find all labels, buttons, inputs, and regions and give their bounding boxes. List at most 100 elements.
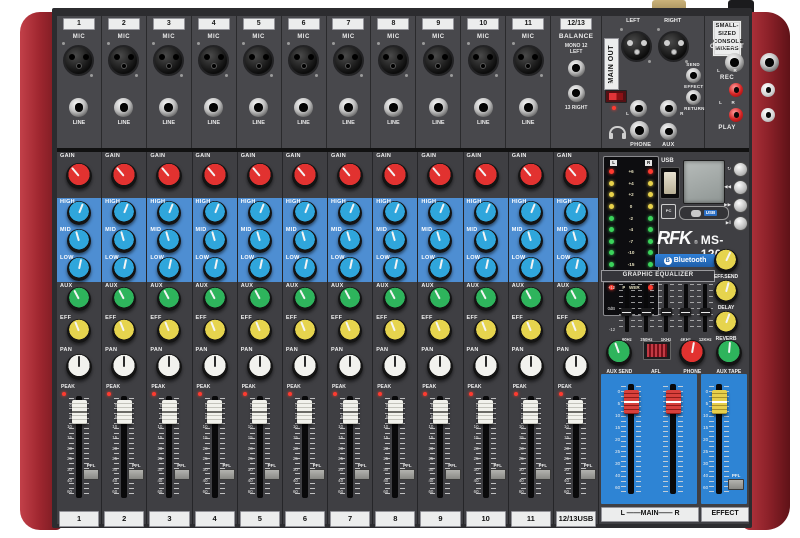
line-jack-input[interactable] [519,98,538,117]
effect-return-jack[interactable] [686,90,701,105]
phone-knob[interactable] [679,340,705,366]
pfl-button[interactable] [445,469,461,480]
main-out-right-xlr[interactable] [658,31,689,62]
gain-knob[interactable] [66,163,92,189]
aux-knob[interactable] [428,287,452,311]
gain-knob[interactable] [382,163,408,189]
gain-knob[interactable] [427,163,453,189]
eff-send-knob[interactable] [714,249,738,273]
mic-xlr-input[interactable] [243,45,274,76]
line-jack-input[interactable] [159,98,178,117]
aux-knob[interactable] [67,287,91,311]
geq-slider[interactable] [621,308,632,316]
usb-port[interactable] [660,167,680,199]
geq-slider[interactable] [680,308,691,316]
pan-knob[interactable] [563,354,589,380]
eff-knob[interactable] [383,319,407,343]
balance-left-jack[interactable] [568,60,585,77]
mic-xlr-input[interactable] [108,45,139,76]
eff-knob[interactable] [474,319,498,343]
mic-xlr-input[interactable] [63,45,94,76]
gain-knob[interactable] [247,163,273,189]
geq-slider[interactable] [661,308,672,316]
eff-knob[interactable] [564,319,588,343]
pfl-button[interactable] [728,479,744,490]
gain-knob[interactable] [337,163,363,189]
gain-knob[interactable] [473,163,499,189]
pfl-button[interactable] [399,469,415,480]
pfl-button[interactable] [580,469,596,480]
line-jack-input[interactable] [474,98,493,117]
pfl-button[interactable] [264,469,280,480]
fader-handle[interactable] [712,390,727,414]
eff-knob[interactable] [428,319,452,343]
fader-handle[interactable] [388,400,403,424]
pfl-button[interactable] [128,469,144,480]
main-out-right-jack[interactable] [660,100,677,117]
delay-knob[interactable] [714,280,738,304]
fader-handle[interactable] [207,400,222,424]
pan-knob[interactable] [202,354,228,380]
ctrl-out-right-jack[interactable] [760,53,779,72]
pfl-button[interactable] [219,469,235,480]
pfl-button[interactable] [174,469,190,480]
pan-knob[interactable] [111,354,137,380]
aux-jack[interactable] [660,123,677,140]
eff-knob[interactable] [338,319,362,343]
line-jack-input[interactable] [204,98,223,117]
mic-xlr-input[interactable] [288,45,319,76]
pfl-button[interactable] [354,469,370,480]
main-out-left-xlr[interactable] [621,31,652,62]
eff-knob[interactable] [203,319,227,343]
repeat-button[interactable] [733,162,748,177]
fader-handle[interactable] [523,400,538,424]
pan-knob[interactable] [382,354,408,380]
aux-knob[interactable] [519,287,543,311]
mic-xlr-input[interactable] [423,45,454,76]
effect-send-jack[interactable] [686,68,701,83]
aux-tape-knob[interactable] [716,340,742,366]
balance-right-jack[interactable] [568,85,585,102]
mic-xlr-input[interactable] [153,45,184,76]
line-jack-input[interactable] [294,98,313,117]
eff-knob[interactable] [519,319,543,343]
eff-knob[interactable] [248,319,272,343]
pan-knob[interactable] [473,354,499,380]
pfl-button[interactable] [83,469,99,480]
fader-handle[interactable] [297,400,312,424]
rec-left-rca[interactable] [729,83,743,97]
geq-slider[interactable] [641,308,652,316]
previous-button[interactable] [733,180,748,195]
mic-xlr-input[interactable] [513,45,544,76]
fader-handle[interactable] [252,400,267,424]
aux-knob[interactable] [112,287,136,311]
fader-handle[interactable] [478,400,493,424]
gain-knob[interactable] [292,163,318,189]
pan-knob[interactable] [518,354,544,380]
gain-knob[interactable] [563,163,589,189]
main-out-left-jack[interactable] [630,100,647,117]
aux-knob[interactable] [157,287,181,311]
aux-send-knob[interactable] [606,340,632,366]
line-jack-input[interactable] [69,98,88,117]
aux-knob[interactable] [383,287,407,311]
reverb-knob[interactable] [714,311,738,335]
line-jack-input[interactable] [339,98,358,117]
pfl-button[interactable] [309,469,325,480]
aux-knob[interactable] [203,287,227,311]
eff-knob[interactable] [112,319,136,343]
gain-knob[interactable] [156,163,182,189]
mic-xlr-input[interactable] [468,45,499,76]
mic-xlr-input[interactable] [378,45,409,76]
gain-knob[interactable] [111,163,137,189]
pan-knob[interactable] [427,354,453,380]
phantom-power-switch[interactable] [605,90,627,103]
fader-handle[interactable] [343,400,358,424]
pfl-button[interactable] [490,469,506,480]
pfl-button[interactable] [535,469,551,480]
afl-button[interactable] [643,341,671,360]
line-jack-input[interactable] [384,98,403,117]
line-jack-input[interactable] [249,98,268,117]
fader-handle[interactable] [433,400,448,424]
pan-knob[interactable] [156,354,182,380]
